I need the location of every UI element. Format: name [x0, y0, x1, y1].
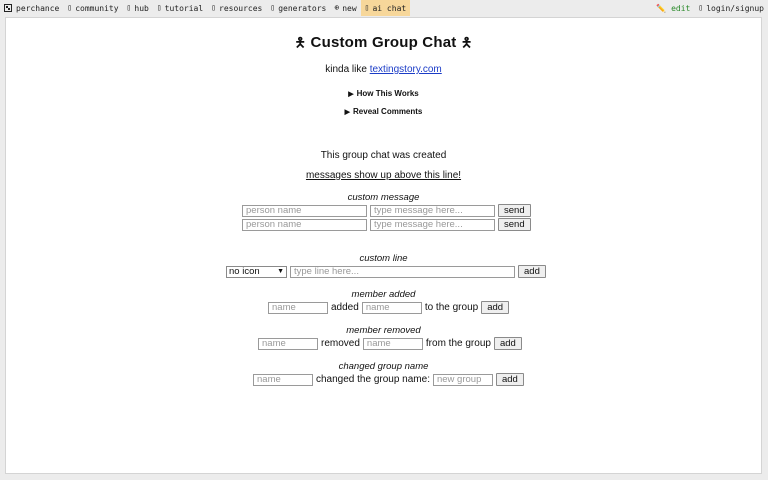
- nav-community-label: community: [75, 3, 119, 13]
- message-input[interactable]: type message here...: [370, 204, 495, 217]
- how-this-works-label: How This Works: [356, 89, 419, 98]
- changer-name-input[interactable]: name: [253, 373, 313, 386]
- user-icon: ▯: [698, 3, 704, 12]
- nav-resources-label: resources: [219, 3, 263, 13]
- reveal-comments-toggle[interactable]: ▶ Reveal Comments: [6, 107, 761, 116]
- nav-tutorial-label: tutorial: [164, 3, 204, 13]
- add-line-button[interactable]: add: [518, 265, 546, 278]
- nav-new-label: new: [342, 3, 357, 13]
- folder-icon: ▯: [211, 3, 217, 12]
- from-group-word: from the group: [425, 338, 491, 349]
- person-icon: 🯅: [460, 35, 473, 50]
- changed-group-name-row: name changed the group name: new group a…: [253, 373, 527, 386]
- subtitle: kinda like textingstory.com: [6, 64, 761, 75]
- messages-above-line: messages show up above this line!: [305, 170, 462, 181]
- change-name-button[interactable]: add: [495, 373, 524, 386]
- hub-icon: ▯: [126, 3, 132, 12]
- send-button[interactable]: send: [498, 204, 531, 217]
- to-group-word: to the group: [424, 302, 479, 313]
- add-member-button[interactable]: add: [481, 301, 510, 314]
- message-input[interactable]: type message here...: [370, 218, 495, 231]
- member-removed-row: name removed name from the group add: [258, 337, 525, 350]
- plus-circle-icon: ⊕: [334, 3, 340, 12]
- new-group-name-input[interactable]: new group: [432, 373, 493, 386]
- subtitle-prefix: kinda like: [325, 64, 367, 75]
- person-icon: 🯅: [294, 35, 307, 50]
- member-removed-label: member removed: [346, 325, 421, 336]
- reveal-comments-label: Reveal Comments: [353, 107, 423, 116]
- person-name-input[interactable]: person name: [242, 218, 367, 231]
- nav-ai-chat-label: ai chat: [372, 3, 407, 13]
- nav-new[interactable]: ⊕ new: [330, 0, 360, 16]
- icon-select-value: no icon: [229, 266, 260, 277]
- nav-perchance[interactable]: perchance: [0, 0, 63, 16]
- edit-label: ✏️ edit: [656, 3, 691, 13]
- page-title: 🯅 Custom Group Chat 🯅: [6, 34, 761, 56]
- member-added-row: name added name to the group add: [268, 301, 512, 314]
- chevron-down-icon: ▼: [277, 268, 284, 275]
- removed-member-name-input[interactable]: name: [362, 337, 423, 350]
- nav-generators-label: generators: [278, 3, 327, 13]
- nav-perchance-label: perchance: [16, 3, 60, 13]
- send-button[interactable]: send: [498, 218, 531, 231]
- nav-hub[interactable]: ▯ hub: [123, 0, 153, 16]
- how-this-works-toggle[interactable]: ▶ How This Works: [6, 89, 761, 98]
- changed-group-name-label: changed group name: [338, 361, 429, 372]
- login-link[interactable]: ▯ login/signup: [694, 0, 768, 16]
- nav-resources[interactable]: ▯ resources: [207, 0, 266, 16]
- custom-line-label: custom line: [359, 253, 408, 264]
- nav-tutorial[interactable]: ▯ tutorial: [153, 0, 207, 16]
- main-panel: 🯅 Custom Group Chat 🯅 kinda like texting…: [5, 17, 762, 474]
- nav-community[interactable]: ▯ community: [63, 0, 122, 16]
- nav-ai-chat[interactable]: ▯ ai chat: [360, 0, 411, 16]
- textingstory-link[interactable]: textingstory.com: [370, 64, 442, 75]
- removed-word: removed: [321, 338, 360, 349]
- dice-icon: [4, 4, 12, 12]
- added-member-name-input[interactable]: name: [361, 301, 422, 314]
- remove-member-button[interactable]: add: [493, 337, 522, 350]
- disclosure-triangle-icon: ▶: [344, 109, 351, 116]
- person-name-input[interactable]: person name: [242, 204, 367, 217]
- member-added-label: member added: [351, 289, 416, 300]
- gear-icon: ▯: [270, 3, 276, 12]
- created-message: This group chat was created: [320, 150, 447, 161]
- page-title-text: Custom Group Chat: [310, 34, 457, 51]
- custom-line-row: no icon ▼ type line here... add: [226, 265, 549, 278]
- nav-generators[interactable]: ▯ generators: [266, 0, 330, 16]
- added-by-name-input[interactable]: name: [268, 301, 328, 314]
- line-input[interactable]: type line here...: [290, 265, 515, 278]
- login-label: login/signup: [706, 3, 764, 13]
- nav-hub-label: hub: [134, 3, 149, 13]
- changed-word: changed the group name:: [316, 374, 430, 385]
- edit-link[interactable]: ✏️ edit: [652, 0, 694, 16]
- icon-select[interactable]: no icon ▼: [226, 265, 287, 278]
- custom-message-label: custom message: [347, 192, 420, 203]
- chat-icon: ▯: [364, 3, 370, 12]
- added-word: added: [331, 302, 359, 313]
- people-icon: ▯: [67, 3, 73, 12]
- removed-by-name-input[interactable]: name: [258, 337, 318, 350]
- top-nav: perchance ▯ community ▯ hub ▯ tutorial ▯…: [0, 0, 768, 16]
- custom-message-row-1: person name type message here... send: [242, 204, 534, 217]
- book-icon: ▯: [156, 3, 162, 12]
- disclosure-triangle-icon: ▶: [348, 91, 354, 98]
- custom-message-row-2: person name type message here... send: [242, 218, 534, 231]
